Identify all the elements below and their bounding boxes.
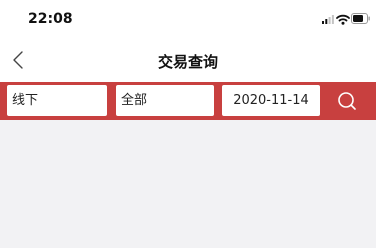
type-select[interactable]: 全部	[116, 85, 214, 116]
search-button[interactable]	[326, 85, 370, 116]
wifi-icon	[336, 14, 350, 25]
date-picker[interactable]: 2020-11-14	[222, 85, 320, 116]
page-title: 交易查询	[157, 53, 218, 71]
status-time: 22:08	[28, 11, 73, 27]
status-bar: 22:08	[0, 0, 376, 38]
signal-icon	[322, 15, 334, 24]
results-area	[0, 120, 376, 248]
search-icon	[338, 92, 356, 110]
filter-bar: 线下 全部 2020-11-14	[0, 82, 376, 120]
battery-icon	[351, 13, 370, 24]
nav-bar: 交易查询	[0, 38, 376, 82]
channel-select[interactable]: 线下	[7, 85, 107, 116]
